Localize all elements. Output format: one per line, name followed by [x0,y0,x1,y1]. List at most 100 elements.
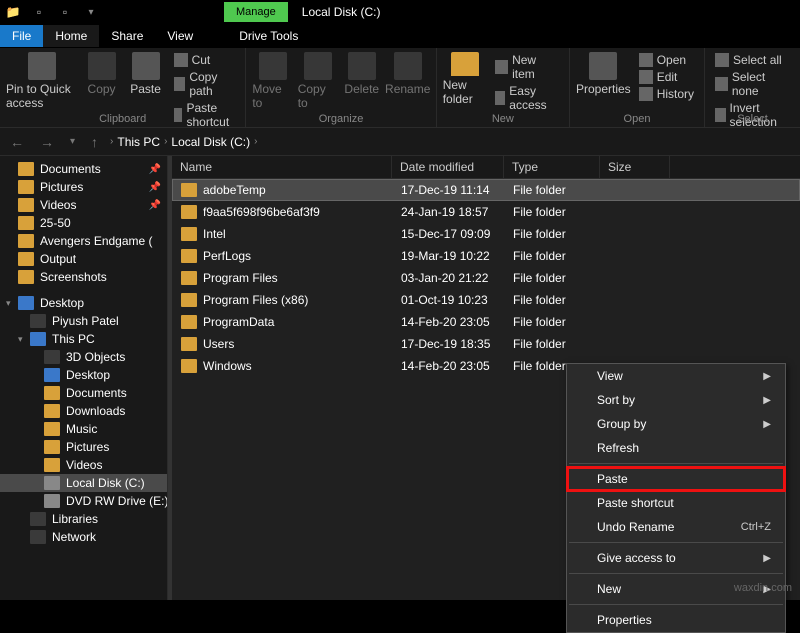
tab-share[interactable]: Share [99,25,155,47]
move-to-button[interactable]: Move to [252,52,293,110]
tree-label: 25-50 [40,216,71,230]
file-date: 19-Mar-19 10:22 [393,249,505,263]
new-folder-button[interactable]: New folder [443,52,487,106]
col-type[interactable]: Type [504,156,600,178]
tree-screenshots[interactable]: Screenshots [0,268,167,286]
ctx-label: Paste [597,472,628,486]
table-row[interactable]: Intel15-Dec-17 09:09File folder [172,223,800,245]
table-row[interactable]: PerfLogs19-Mar-19 10:22File folder [172,245,800,267]
ctx-paste[interactable]: Paste [567,467,785,491]
tab-home[interactable]: Home [43,25,99,47]
separator [569,604,783,605]
easy-access-button[interactable]: Easy access [491,83,563,113]
tree-tdocuments[interactable]: Documents [0,384,167,402]
col-name[interactable]: Name [172,156,392,178]
tree-tvideos[interactable]: Videos [0,456,167,474]
file-date: 15-Dec-17 09:09 [393,227,505,241]
tree-documents[interactable]: Documents📌 [0,160,167,178]
select-none-button[interactable]: Select none [711,69,794,99]
table-row[interactable]: f9aa5f698f96be6af3f924-Jan-19 18:57File … [172,201,800,223]
move-label: Move to [252,82,293,110]
qat-item-icon[interactable]: ▫ [28,1,50,23]
nav-back-icon[interactable]: ← [6,134,28,150]
cut-button[interactable]: Cut [170,52,240,68]
tab-drive-tools[interactable]: Drive Tools [227,25,310,47]
qat-item-icon[interactable]: ▫ [54,1,76,23]
tree-local-disk-c[interactable]: Local Disk (C:) [0,474,167,492]
desktop-icon [44,368,60,382]
table-row[interactable]: Program Files (x86)01-Oct-19 10:23File f… [172,289,800,311]
edit-button[interactable]: Edit [635,69,698,85]
ctx-undo[interactable]: Undo RenameCtrl+Z [567,515,785,539]
ctx-refresh[interactable]: Refresh [567,436,785,460]
breadcrumb-location[interactable]: Local Disk (C:) [171,135,250,149]
tree-desktop[interactable]: ▾Desktop [0,294,167,312]
folder-icon [181,337,197,351]
ctx-view[interactable]: View▶ [567,364,785,388]
tree-videos[interactable]: Videos📌 [0,196,167,214]
copy-button[interactable]: Copy [82,52,122,96]
ctx-properties[interactable]: Properties [567,608,785,632]
chevron-down-icon[interactable]: ▾ [18,334,23,345]
tab-view[interactable]: View [155,25,205,47]
col-size[interactable]: Size [600,156,670,178]
file-date: 01-Oct-19 10:23 [393,293,505,307]
new-item-button[interactable]: New item [491,52,563,82]
tab-file[interactable]: File [0,25,43,47]
file-size [601,205,671,219]
nav-up-icon[interactable]: ↑ [87,134,102,150]
copy-path-label: Copy path [189,70,235,98]
ribbon: Pin to Quick access Copy Paste Cut Copy … [0,48,800,128]
tree-network[interactable]: Network [0,528,167,546]
tree-tdownloads[interactable]: Downloads [0,402,167,420]
desktop-icon [18,296,34,310]
table-row[interactable]: Users17-Dec-19 18:35File folder [172,333,800,355]
copy-path-button[interactable]: Copy path [170,69,240,99]
table-row[interactable]: ProgramData14-Feb-20 23:05File folder [172,311,800,333]
properties-button[interactable]: Properties [576,52,631,96]
tree-tpictures[interactable]: Pictures [0,438,167,456]
tree-2550[interactable]: 25-50 [0,214,167,232]
separator [569,463,783,464]
tree-thispc[interactable]: ▾This PC [0,330,167,348]
copy-to-button[interactable]: Copy to [298,52,338,110]
history-button[interactable]: History [635,86,698,102]
ctx-groupby[interactable]: Group by▶ [567,412,785,436]
file-name: Windows [203,359,252,373]
rename-label: Rename [385,82,430,96]
select-all-button[interactable]: Select all [711,52,794,68]
address-bar[interactable]: › This PC › Local Disk (C:) › [110,135,257,149]
table-row[interactable]: Program Files03-Jan-20 21:22File folder [172,267,800,289]
chevron-right-icon: › [254,136,257,147]
file-date: 03-Jan-20 21:22 [393,271,505,285]
tree-user[interactable]: Piyush Patel [0,312,167,330]
tree-avengers[interactable]: Avengers Endgame ( [0,232,167,250]
manage-tab[interactable]: Manage [224,2,288,22]
easy-access-icon [495,91,505,105]
tree-tdesktop[interactable]: Desktop [0,366,167,384]
tree-3dobjects[interactable]: 3D Objects [0,348,167,366]
tree-tmusic[interactable]: Music [0,420,167,438]
separator [569,542,783,543]
nav-history-icon[interactable]: ▾ [66,136,79,147]
tree-dvd[interactable]: DVD RW Drive (E:) [0,492,167,510]
paste-button[interactable]: Paste [126,52,166,96]
qat-dropdown-icon[interactable]: ▾ [80,1,102,23]
tree-libraries[interactable]: Libraries [0,510,167,528]
table-row[interactable]: adobeTemp17-Dec-19 11:14File folder [172,179,800,201]
chevron-down-icon[interactable]: ▾ [6,298,11,309]
ctx-paste-shortcut[interactable]: Paste shortcut [567,491,785,515]
ctx-sortby[interactable]: Sort by▶ [567,388,785,412]
breadcrumb-thispc[interactable]: This PC [117,135,160,149]
open-button[interactable]: Open [635,52,698,68]
tree-pictures[interactable]: Pictures📌 [0,178,167,196]
rename-button[interactable]: Rename [386,52,430,96]
nav-forward-icon[interactable]: → [36,134,58,150]
ctx-give-access[interactable]: Give access to▶ [567,546,785,570]
pin-button[interactable]: Pin to Quick access [6,52,78,110]
delete-button[interactable]: Delete [342,52,382,96]
navigation-tree[interactable]: Documents📌 Pictures📌 Videos📌 25-50 Aveng… [0,156,168,600]
col-date[interactable]: Date modified [392,156,504,178]
tree-label: Local Disk (C:) [66,476,145,490]
tree-output[interactable]: Output [0,250,167,268]
